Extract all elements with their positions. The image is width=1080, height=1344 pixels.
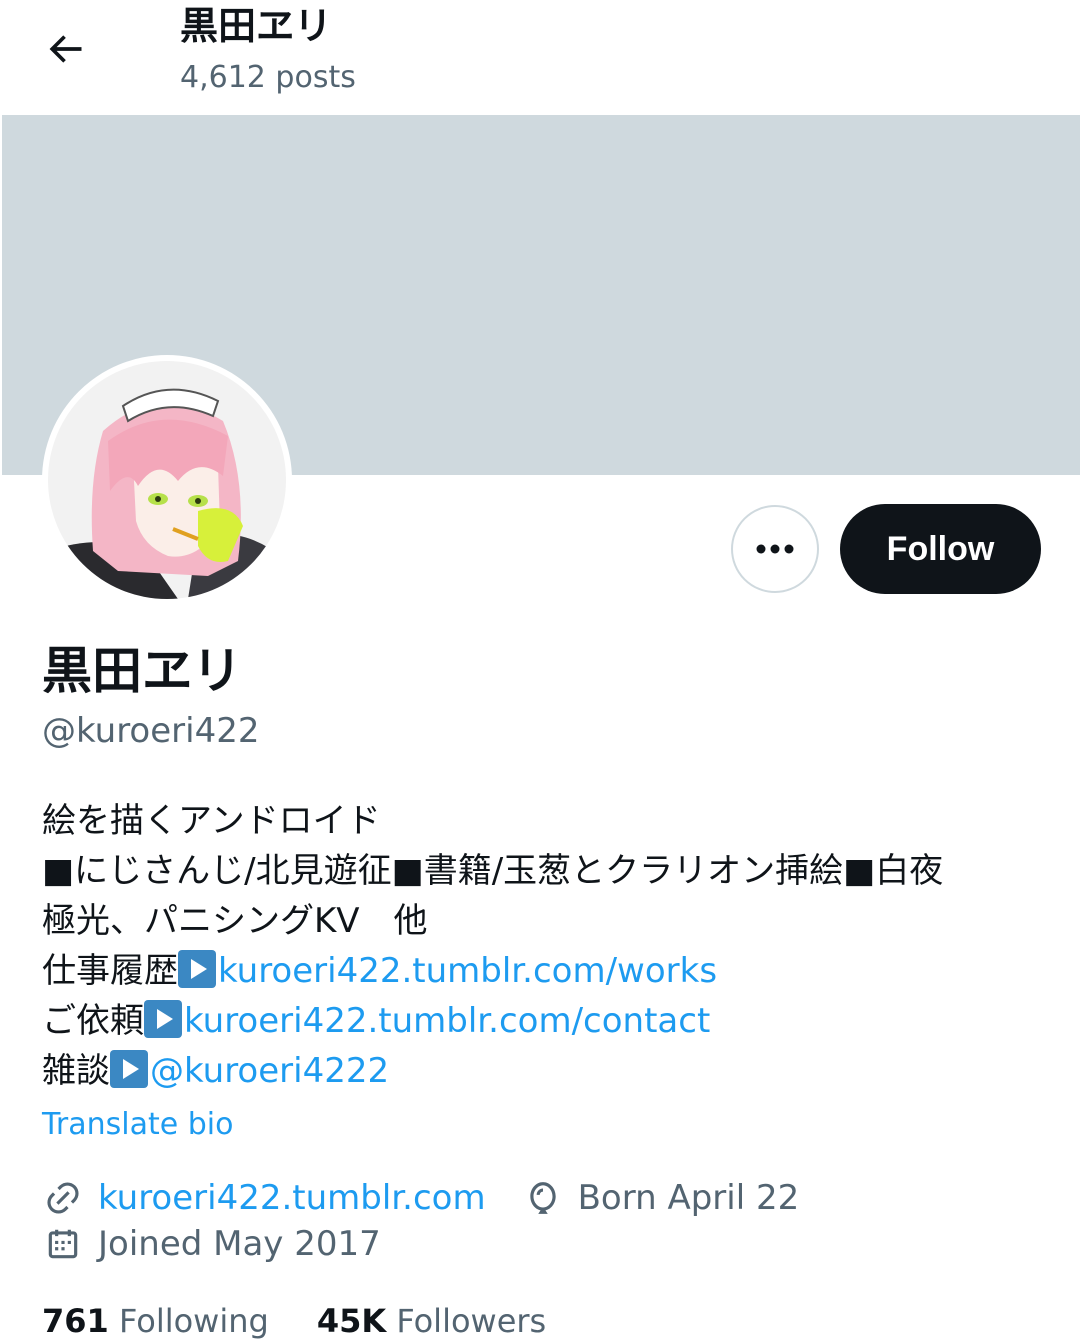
contact-link[interactable]: kuroeri422.tumblr.com/contact: [184, 1001, 710, 1041]
meta-row-joined: Joined May 2017: [42, 1221, 381, 1267]
followers-label: Followers: [396, 1302, 547, 1340]
bio-line: 極光、パニシングKV 他: [42, 901, 428, 941]
bio-line: 絵を描くアンドロイド: [42, 801, 381, 841]
bio-label-chat: 雑談: [42, 1051, 110, 1091]
bio-line-chat: 雑談 @kuroeri4222: [42, 1046, 1052, 1096]
more-options-button[interactable]: [731, 505, 819, 593]
top-bar: 黒田ヱリ 4,612 posts: [0, 0, 1080, 115]
following-label: Following: [118, 1302, 269, 1340]
following-count: 761: [42, 1302, 109, 1340]
bio-line: ■にじさんじ/北見遊征■書籍/玉葱とクラリオン挿絵■白夜: [42, 851, 944, 891]
bio: 絵を描くアンドロイド ■にじさんじ/北見遊征■書籍/玉葱とクラリオン挿絵■白夜 …: [42, 796, 1052, 1096]
calendar-icon: [42, 1223, 84, 1265]
bio-label-works: 仕事履歴: [42, 951, 178, 991]
followers-count: 45K: [316, 1302, 387, 1340]
balloon-icon: [522, 1177, 564, 1219]
avatar[interactable]: [42, 355, 292, 605]
follow-button[interactable]: Follow: [840, 504, 1041, 594]
display-name: 黒田ヱリ: [42, 642, 242, 700]
follow-stats: 761 Following 45K Followers: [42, 1298, 594, 1344]
bio-line-works: 仕事履歴 kuroeri422.tumblr.com/works: [42, 946, 1052, 996]
following-stat[interactable]: 761 Following: [42, 1298, 269, 1344]
avatar-illustration: [48, 361, 286, 599]
play-button-emoji-icon: [110, 1050, 148, 1088]
bio-label-contact: ご依頼: [42, 1001, 144, 1041]
translate-bio-link[interactable]: Translate bio: [42, 1104, 233, 1146]
play-button-emoji-icon: [178, 950, 216, 988]
link-icon: [42, 1177, 84, 1219]
play-button-emoji-icon: [144, 1000, 182, 1038]
joined-text: Joined May 2017: [98, 1224, 381, 1264]
followers-stat[interactable]: 45K Followers: [317, 1298, 546, 1344]
more-horizontal-icon: [756, 544, 794, 554]
back-button[interactable]: [38, 22, 92, 76]
works-link[interactable]: kuroeri422.tumblr.com/works: [218, 951, 717, 991]
bio-line-contact: ご依頼 kuroeri422.tumblr.com/contact: [42, 996, 1052, 1046]
arrow-left-icon: [49, 35, 82, 63]
birthday-text: Born April 22: [577, 1178, 800, 1218]
header-post-count: 4,612 posts: [180, 60, 356, 95]
header-title: 黒田ヱリ: [180, 4, 333, 48]
website-link[interactable]: kuroeri422.tumblr.com: [98, 1175, 486, 1221]
handle: @kuroeri422: [42, 711, 260, 751]
chat-account-link[interactable]: @kuroeri4222: [150, 1051, 389, 1091]
meta-row-website-birthday: kuroeri422.tumblr.com Born April 22: [42, 1175, 799, 1221]
